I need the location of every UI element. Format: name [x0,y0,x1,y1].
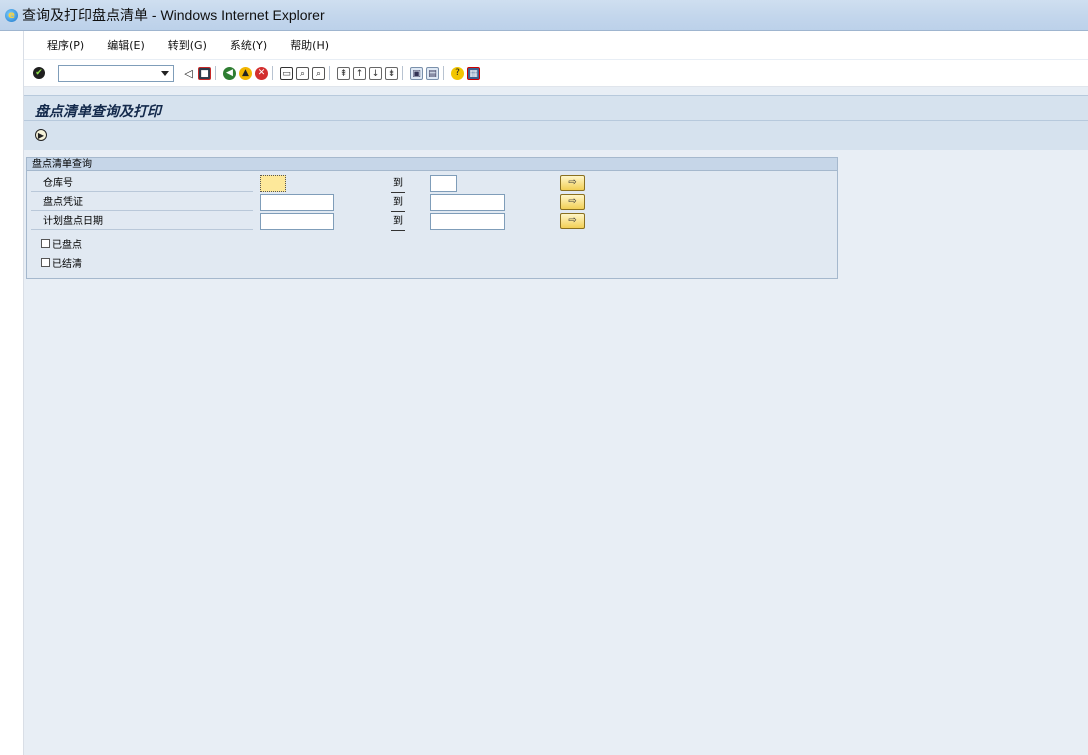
header-divider [24,120,1088,121]
menu-system[interactable]: 系统(Y) [230,37,267,53]
multiple-selection-button[interactable]: ⇨ [560,213,585,229]
screen-header: 盘点清单查询及打印 ▶ [24,95,1088,150]
inventory-doc-from-input[interactable] [260,194,334,211]
left-frame [0,31,24,755]
enter-icon[interactable]: ✔ [33,67,45,79]
to-label: 到 [391,213,405,231]
find-icon[interactable]: ⌕ [296,66,309,80]
green-back-icon[interactable]: ◀ [223,66,236,80]
menu-edit[interactable]: 编辑(E) [107,37,145,53]
prev-page-icon[interactable]: ↑ [353,66,366,80]
toolbar-separator [215,66,216,80]
shortcut-icon[interactable]: ▤ [426,66,439,80]
page-title: 盘点清单查询及打印 [35,104,161,120]
checkbox-cleared[interactable] [41,258,50,267]
row-label-warehouse: 仓库号 [31,175,253,192]
warehouse-from-input[interactable] [260,175,286,192]
command-field[interactable] [58,64,174,82]
planned-date-to-input[interactable] [430,213,505,230]
warehouse-to-input[interactable] [430,175,457,192]
menu-bar: 程序(P) 编辑(E) 转到(G) 系统(Y) 帮助(H) [24,31,1088,59]
find-next-icon[interactable]: ⌕ [312,66,325,80]
inventory-doc-to-input[interactable] [430,194,505,211]
arrow-right-icon: ⇨ [568,196,577,207]
checkbox-counted[interactable] [41,239,50,248]
checkbox-cleared-row[interactable]: 已结清 [41,255,82,270]
group-title: 盘点清单查询 [27,158,837,171]
planned-date-from-input[interactable] [260,213,334,230]
toolbar-separator [402,66,403,80]
checkbox-cleared-label: 已结清 [52,259,82,270]
toolbar-separator [272,66,273,80]
command-dropdown-icon[interactable] [161,70,169,76]
layout-icon[interactable]: ▦ [467,66,480,80]
ie-icon: e [5,8,18,22]
row-label-inventory-doc: 盘点凭证 [31,194,253,211]
window-titlebar: e 查询及打印盘点清单 - Windows Internet Explorer [0,0,1088,31]
last-page-icon[interactable]: ⇟ [385,66,398,80]
first-page-icon[interactable]: ⇞ [337,66,350,80]
cancel-icon[interactable]: ✕ [255,66,268,80]
row-label-planned-date: 计划盘点日期 [31,213,253,230]
menu-goto[interactable]: 转到(G) [168,37,207,53]
toolbar-separator [443,66,444,80]
arrow-right-icon: ⇨ [568,215,577,226]
arrow-right-icon: ⇨ [568,177,577,188]
selection-group: 盘点清单查询 仓库号 到 ⇨ 盘点凭证 到 ⇨ 计划盘点日期 到 ⇨ 已盘点 已… [26,157,838,279]
exit-icon[interactable]: ▲ [239,66,252,80]
help-icon[interactable]: ? [451,66,464,80]
standard-toolbar: ✔ ◁ ■ ◀ ▲ ✕ ▭ ⌕ ⌕ ⇞ ↑ ↓ ⇟ ▣ ▤ ? ▦ [24,60,1088,87]
multiple-selection-button[interactable]: ⇨ [560,194,585,210]
next-page-icon[interactable]: ↓ [369,66,382,80]
save-icon[interactable]: ■ [198,66,211,80]
toolbar-separator [329,66,330,80]
menu-program[interactable]: 程序(P) [47,37,84,53]
window-title: 查询及打印盘点清单 - Windows Internet Explorer [22,7,325,23]
new-session-icon[interactable]: ▣ [410,66,423,80]
to-label: 到 [391,175,405,193]
to-label: 到 [391,194,405,212]
checkbox-counted-label: 已盘点 [52,240,82,251]
print-icon[interactable]: ▭ [280,66,293,80]
multiple-selection-button[interactable]: ⇨ [560,175,585,191]
back-icon[interactable]: ◁ [182,67,195,80]
execute-icon[interactable]: ▶ [35,129,47,141]
checkbox-counted-row[interactable]: 已盘点 [41,236,82,251]
menu-help[interactable]: 帮助(H) [290,37,329,53]
